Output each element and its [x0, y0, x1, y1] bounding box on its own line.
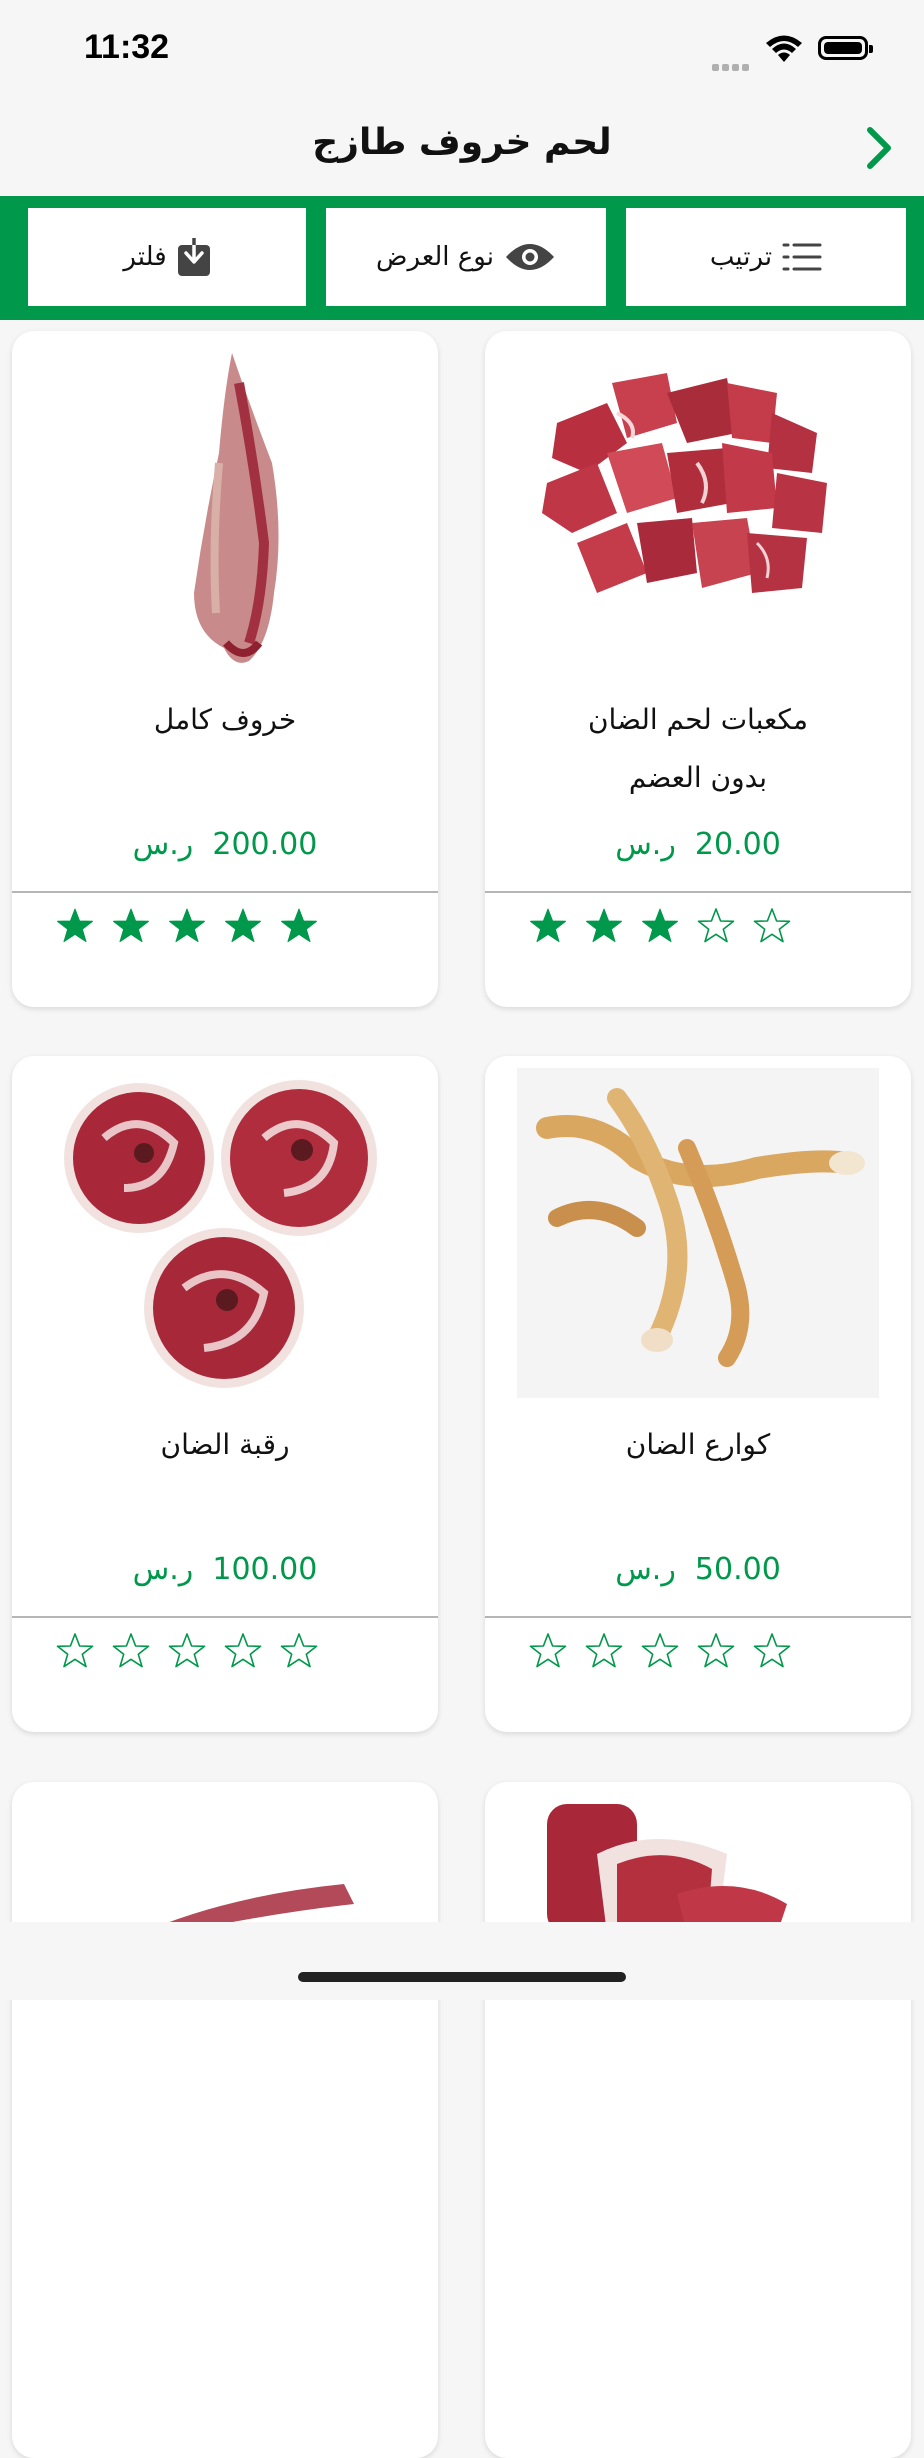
product-name-line2: بدون العضم: [628, 761, 768, 794]
divider: [12, 1616, 438, 1618]
filter-button[interactable]: فلتر: [28, 208, 306, 306]
chevron-right-icon[interactable]: [860, 124, 900, 172]
status-time: 11:32: [84, 28, 170, 66]
sort-label: ترتيب: [709, 242, 773, 272]
page-title: لحم خروف طازج: [312, 122, 612, 163]
lamb-neck-image: [64, 1080, 377, 1388]
product-name-line1: رقبة الضان: [160, 1428, 290, 1461]
product-name-line1: خروف كامل: [153, 703, 297, 736]
lamb-trotters-image: [517, 1068, 879, 1398]
star-filled-icon: [57, 908, 93, 943]
eye-icon: [505, 244, 554, 270]
divider: [485, 1616, 911, 1618]
star-empty-icon: [224, 1633, 262, 1668]
filter-label: فلتر: [123, 242, 167, 272]
whole-lamb-image: [194, 353, 279, 663]
star-empty-icon: [168, 1633, 206, 1668]
divider: [12, 891, 438, 893]
price-currency: ر.س: [132, 1552, 194, 1587]
star-empty-icon: [529, 1633, 567, 1668]
product-name: مكعبات لحم الضان بدون العضم: [505, 691, 891, 807]
product-card[interactable]: رقبة الضان 100.00 ر.س: [12, 1056, 438, 1732]
sort-lines-icon: [782, 243, 822, 271]
price-value: 100.00: [212, 1552, 318, 1587]
rating-stars: [529, 1632, 791, 1670]
rating-stars: [529, 907, 791, 945]
product-price: 50.00 ر.س: [485, 1552, 911, 1587]
star-filled-icon: [225, 908, 261, 943]
price-currency: ر.س: [615, 1552, 676, 1587]
product-name-line1: كوارع الضان: [625, 1428, 771, 1461]
product-card[interactable]: كوارع الضان 50.00 ر.س: [485, 1056, 911, 1732]
rating-stars: [56, 1632, 318, 1670]
divider: [485, 891, 911, 893]
wifi-icon: [766, 35, 802, 62]
star-filled-icon: [586, 908, 622, 943]
rating-stars: [56, 907, 318, 945]
price-value: 50.00: [694, 1552, 781, 1587]
product-name: رقبة الضان: [32, 1416, 418, 1474]
toolbar: ترتيب نوع العرض فلتر: [0, 196, 924, 320]
star-filled-icon: [113, 908, 149, 943]
sort-button[interactable]: ترتيب: [626, 208, 906, 306]
product-card[interactable]: [485, 1782, 911, 2458]
product-name: كوارع الضان: [505, 1416, 891, 1474]
product-card[interactable]: مكعبات لحم الضان بدون العضم 20.00 ر.س: [485, 331, 911, 1007]
view-type-button[interactable]: نوع العرض: [326, 208, 606, 306]
download-tray-icon: [177, 237, 210, 276]
star-empty-icon: [280, 1633, 318, 1668]
product-price: 200.00 ر.س: [12, 827, 438, 862]
star-empty-icon: [56, 1633, 94, 1668]
nav-bar: لحم خروف طازج: [0, 100, 924, 196]
star-empty-icon: [753, 1633, 791, 1668]
product-name-line1: مكعبات لحم الضان: [587, 703, 809, 736]
star-filled-icon: [169, 908, 205, 943]
cellular-signal-icon: [712, 56, 752, 75]
home-indicator[interactable]: [298, 1972, 626, 1982]
product-price: 100.00 ر.س: [12, 1552, 438, 1587]
product-name: خروف كامل: [32, 691, 418, 749]
star-empty-icon: [112, 1633, 150, 1668]
battery-icon: [818, 36, 873, 60]
product-price: 20.00 ر.س: [485, 827, 911, 862]
price-value: 20.00: [694, 827, 781, 862]
star-filled-icon: [642, 908, 678, 943]
star-empty-icon: [641, 1633, 679, 1668]
star-empty-icon: [697, 1633, 735, 1668]
product-card[interactable]: [12, 1782, 438, 2458]
price-currency: ر.س: [615, 827, 676, 862]
status-bar: 11:32: [0, 0, 924, 100]
lamb-cubes-image: [542, 373, 827, 593]
product-card[interactable]: خروف كامل 200.00 ر.س: [12, 331, 438, 1007]
star-empty-icon: [753, 908, 791, 943]
price-currency: ر.س: [132, 827, 194, 862]
star-empty-icon: [697, 908, 735, 943]
star-filled-icon: [530, 908, 566, 943]
view-type-label: نوع العرض: [376, 242, 494, 272]
bottom-safe-area: [0, 1922, 924, 2000]
star-empty-icon: [585, 1633, 623, 1668]
star-filled-icon: [281, 908, 317, 943]
price-value: 200.00: [212, 827, 318, 862]
